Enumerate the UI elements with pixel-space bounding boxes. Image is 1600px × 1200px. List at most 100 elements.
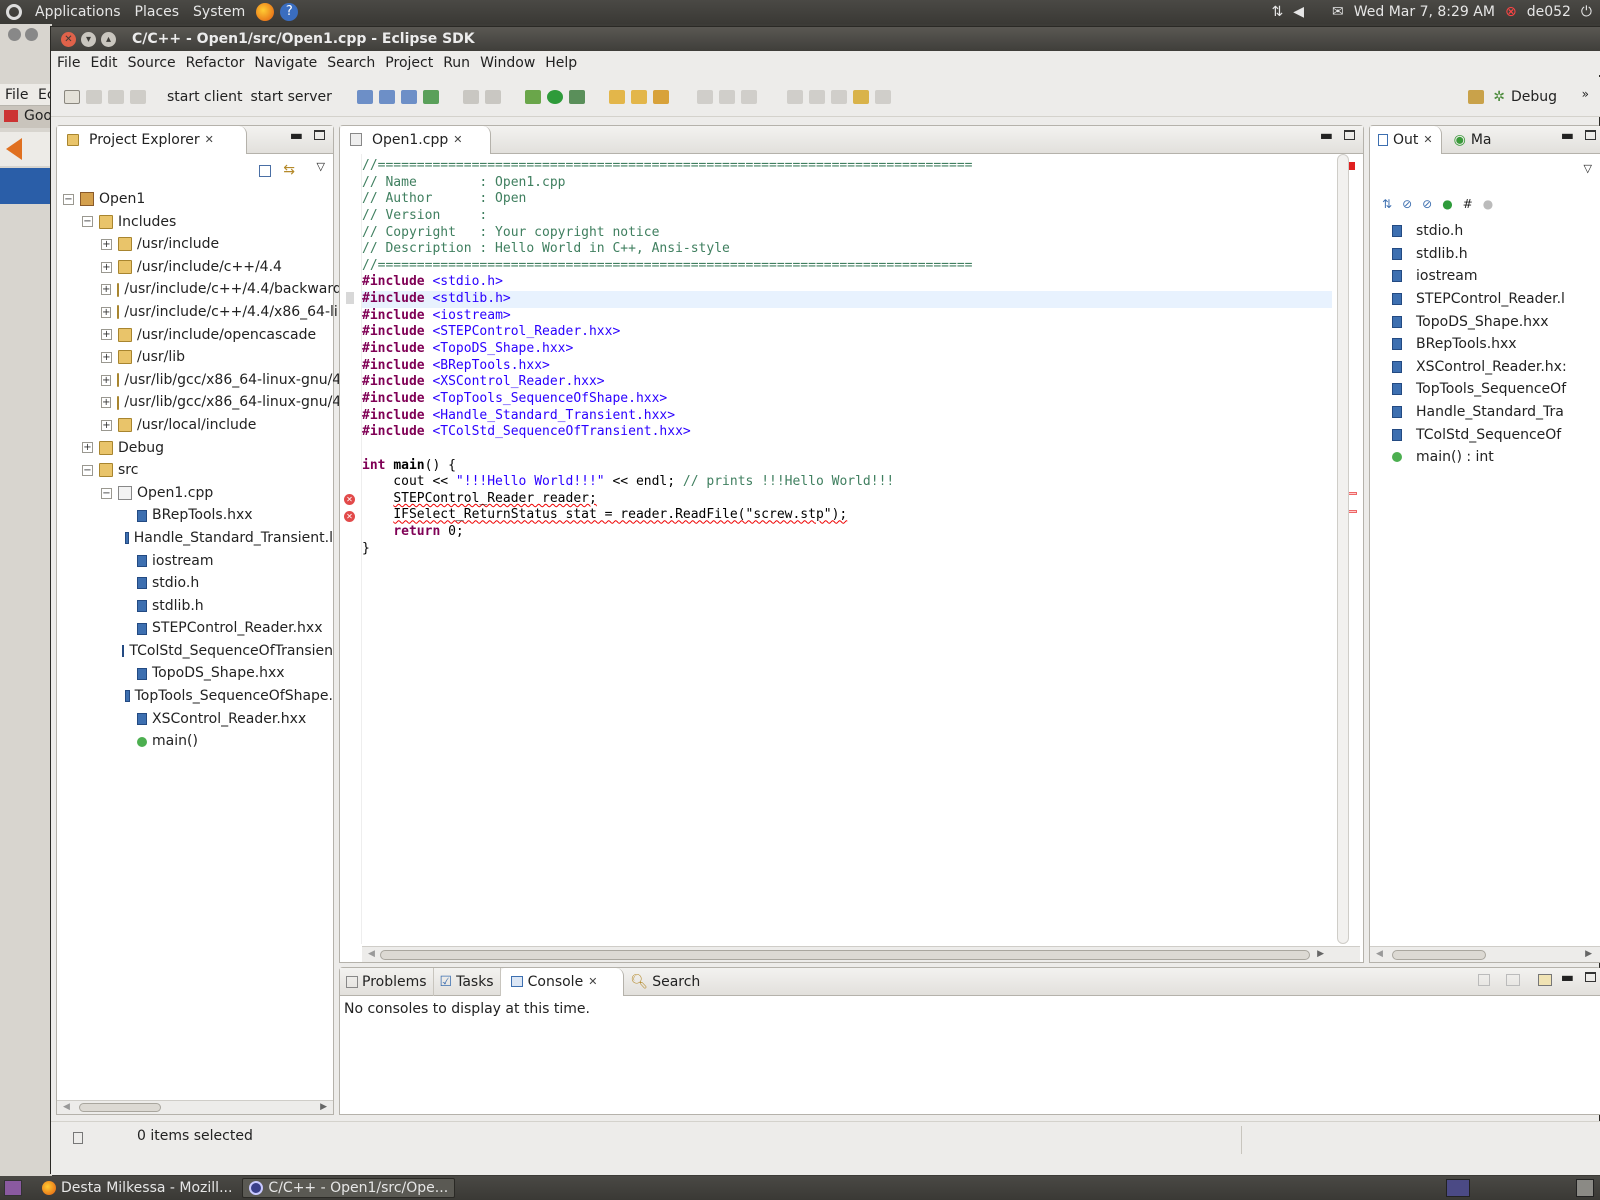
editor-scroll-thumb[interactable] xyxy=(380,950,1310,960)
close-editor-tab-icon[interactable]: ✕ xyxy=(453,133,462,146)
menu-window[interactable]: Window xyxy=(475,55,540,71)
workspace-switcher-icon[interactable] xyxy=(1446,1179,1470,1197)
tree-item[interactable]: − src xyxy=(63,459,333,482)
code-line[interactable]: #include <stdio.h> xyxy=(362,274,1332,291)
save-all-icon[interactable] xyxy=(108,89,124,104)
outline-item[interactable]: TopoDS_Shape.hxx xyxy=(1392,310,1600,333)
taskbar-item-firefox[interactable]: Desta Milkessa - Mozill... xyxy=(36,1178,238,1198)
tree-item[interactable]: iostream xyxy=(63,550,333,573)
editor-horizontal-scrollbar[interactable]: ◀ ▶ xyxy=(362,946,1360,962)
tree-item[interactable]: − Includes xyxy=(63,211,333,234)
network-icon[interactable]: ⇅ xyxy=(1272,4,1284,20)
tree-item[interactable]: + /usr/include xyxy=(63,233,333,256)
expand-icon[interactable]: + xyxy=(101,374,112,386)
explorer-horizontal-scrollbar[interactable]: ◀ ▶ xyxy=(57,1100,333,1114)
tree-item[interactable]: + /usr/lib/gcc/x86_64-linux-gnu/4. xyxy=(63,369,346,392)
hide-static-icon[interactable]: ⊘ xyxy=(1422,197,1432,211)
menu-applications[interactable]: Applications xyxy=(28,4,128,20)
expand-icon[interactable]: + xyxy=(101,397,112,409)
close-window-icon[interactable]: ✕ xyxy=(61,31,76,47)
menu-file[interactable]: File xyxy=(51,55,85,71)
maximize-editor-icon[interactable] xyxy=(1344,130,1355,140)
outline-scroll-thumb[interactable] xyxy=(1392,950,1486,960)
background-tab[interactable]: Goo xyxy=(0,106,52,128)
ubuntu-logo-icon[interactable] xyxy=(6,4,22,20)
link-with-editor-icon[interactable]: ⇆ xyxy=(283,162,295,178)
tree-item[interactable]: + Debug xyxy=(63,437,333,460)
perspective-switcher[interactable]: ✲ Debug xyxy=(1465,89,1600,105)
expand-icon[interactable]: + xyxy=(101,351,112,363)
outline-item[interactable]: main() : int xyxy=(1392,446,1600,469)
show-desktop-icon[interactable] xyxy=(4,1180,22,1196)
maximize-outline-icon[interactable] xyxy=(1585,130,1596,140)
code-line[interactable]: return 0; xyxy=(362,524,1332,541)
menu-run[interactable]: Run xyxy=(438,55,475,71)
collapse-icon[interactable]: − xyxy=(82,464,93,476)
debug-icon[interactable] xyxy=(524,89,541,104)
build-icon[interactable] xyxy=(462,89,479,104)
code-line[interactable]: #include <XSControl_Reader.hxx> xyxy=(362,374,1332,391)
tree-item[interactable]: XSControl_Reader.hxx xyxy=(63,708,333,731)
help-launcher-icon[interactable]: ? xyxy=(280,3,299,21)
outline-item[interactable]: TColStd_SequenceOf xyxy=(1392,423,1600,446)
tree-item[interactable]: + /usr/lib/gcc/x86_64-linux-gnu/4. xyxy=(63,391,346,414)
tab-console[interactable]: Console ✕ xyxy=(500,967,625,996)
expand-icon[interactable]: + xyxy=(101,261,112,273)
search-tool-icon[interactable] xyxy=(652,89,669,104)
minimize-editor-icon[interactable]: ▬ xyxy=(1320,128,1333,144)
tree-item[interactable]: TopTools_SequenceOfShape. xyxy=(63,685,333,708)
hide-nonpublic-icon[interactable]: ● xyxy=(1442,197,1452,211)
code-line[interactable]: //======================================… xyxy=(362,158,1332,175)
menu-search[interactable]: Search xyxy=(322,55,380,71)
run-icon[interactable] xyxy=(546,89,563,104)
code-line[interactable]: #include <TopoDS_Shape.hxx> xyxy=(362,341,1332,358)
menu-refactor[interactable]: Refactor xyxy=(181,55,250,71)
error-marker-icon[interactable]: ✕ xyxy=(344,494,355,505)
code-line[interactable] xyxy=(362,441,1332,458)
outline-item[interactable]: stdio.h xyxy=(1392,220,1600,243)
menu-source[interactable]: Source xyxy=(123,55,181,71)
overview-ruler[interactable] xyxy=(1335,154,1361,946)
clock[interactable]: Wed Mar 7, 8:29 AM xyxy=(1354,4,1495,20)
save-icon[interactable] xyxy=(86,89,102,104)
error-marker-icon[interactable]: ✕ xyxy=(344,511,355,522)
collapse-icon[interactable]: − xyxy=(101,487,112,499)
group-includes-icon[interactable]: ● xyxy=(1483,197,1493,211)
open-perspective-icon[interactable] xyxy=(1468,89,1485,104)
code-line[interactable]: #include <Handle_Standard_Transient.hxx> xyxy=(362,408,1332,425)
tree-item[interactable]: + /usr/include/opencascade xyxy=(63,324,333,347)
print-icon[interactable] xyxy=(130,89,146,104)
minimize-window-icon[interactable]: ▾ xyxy=(81,31,96,47)
expand-icon[interactable]: + xyxy=(101,419,112,431)
minimize-outline-icon[interactable]: ▬ xyxy=(1561,128,1574,144)
code-line[interactable]: // Author : Open xyxy=(362,191,1332,208)
maximize-window-icon[interactable]: ▴ xyxy=(101,31,116,47)
open-type-icon[interactable] xyxy=(608,89,625,104)
start-client-button[interactable]: start client xyxy=(167,89,243,105)
close-console-tab-icon[interactable]: ✕ xyxy=(588,975,597,988)
menu-help[interactable]: Help xyxy=(540,55,582,71)
code-line[interactable]: } xyxy=(362,541,1332,558)
outline-item[interactable]: stdlib.h xyxy=(1392,243,1600,266)
annotation-icon[interactable] xyxy=(696,89,713,104)
close-tab-icon[interactable]: ✕ xyxy=(205,133,214,146)
tree-item[interactable]: TColStd_SequenceOfTransien xyxy=(63,640,333,663)
close-outline-tab-icon[interactable]: ✕ xyxy=(1423,133,1432,146)
expand-icon[interactable]: + xyxy=(82,442,93,454)
code-line[interactable]: // Version : xyxy=(362,208,1332,225)
fast-view-icon[interactable] xyxy=(73,1132,83,1144)
user-name[interactable]: de052 xyxy=(1527,4,1571,20)
menu-system[interactable]: System xyxy=(186,4,252,20)
code-line[interactable]: IFSelect_ReturnStatus stat = reader.Read… xyxy=(362,507,1332,524)
outline-item[interactable]: STEPControl_Reader.l xyxy=(1392,288,1600,311)
outline-horizontal-scrollbar[interactable]: ◀ ▶ xyxy=(1370,946,1600,962)
maximize-view-icon[interactable] xyxy=(314,130,325,140)
new-class-icon[interactable] xyxy=(400,89,417,104)
target-icon[interactable] xyxy=(484,89,501,104)
tree-item[interactable]: Handle_Standard_Transient.l xyxy=(63,527,333,550)
hide-macros-icon[interactable]: # xyxy=(1463,197,1473,211)
outline-item[interactable]: XSControl_Reader.hx: xyxy=(1392,356,1600,379)
code-line[interactable]: #include <BRepTools.hxx> xyxy=(362,358,1332,375)
debug-perspective-label[interactable]: Debug xyxy=(1511,89,1557,105)
minimize-panel-icon[interactable]: ▬ xyxy=(1561,970,1574,986)
